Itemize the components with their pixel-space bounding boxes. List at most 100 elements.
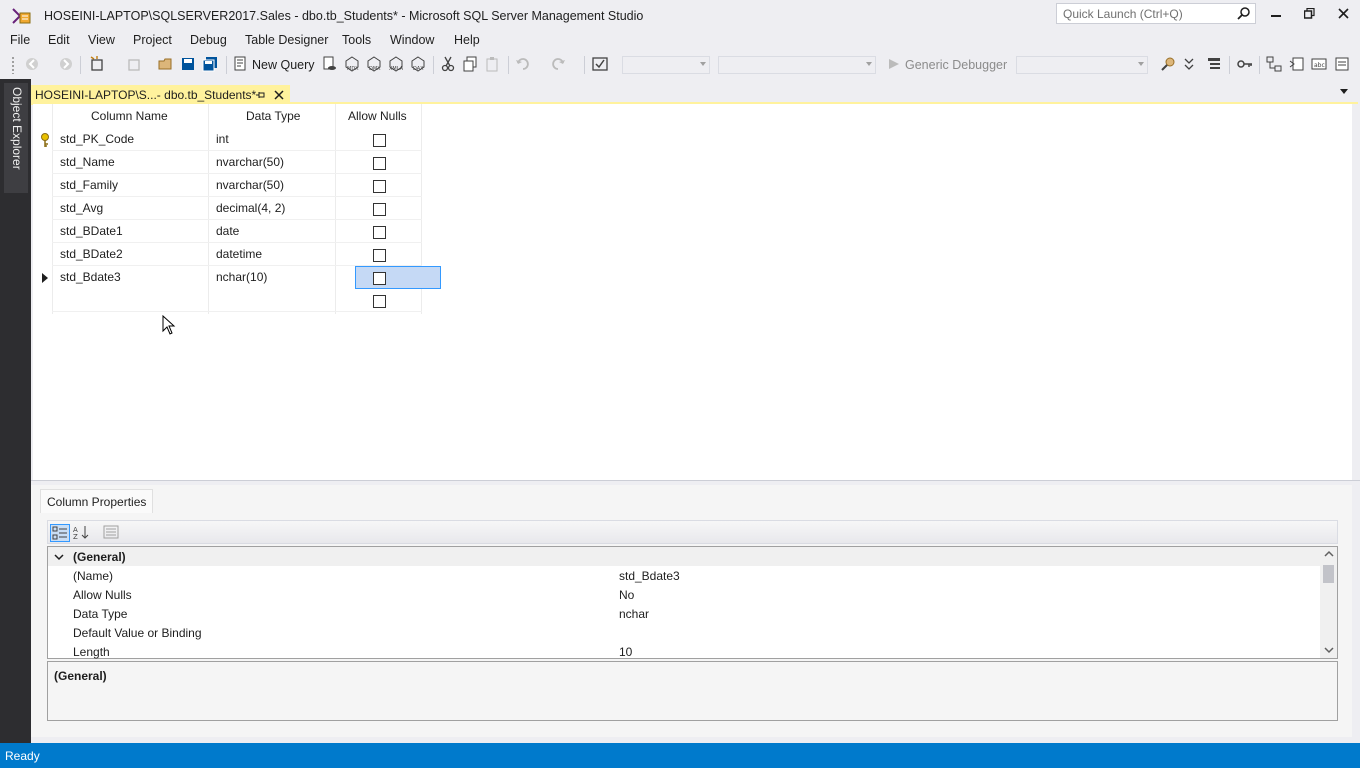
data-type-cell[interactable]: nchar(10) xyxy=(216,270,267,284)
property-grid-scrollbar[interactable] xyxy=(1320,547,1337,658)
table-row[interactable]: std_PK_Code int xyxy=(53,128,421,151)
menu-tools[interactable]: Tools xyxy=(342,33,371,47)
allow-nulls-checkbox[interactable] xyxy=(373,249,386,262)
property-value[interactable]: No xyxy=(619,588,634,602)
close-window-button[interactable] xyxy=(1329,4,1357,24)
data-type-cell[interactable]: int xyxy=(216,132,229,146)
property-pages-button[interactable] xyxy=(102,524,122,542)
xmla-query-icon[interactable]: XMLA xyxy=(388,56,404,72)
solution-platform-dropdown[interactable] xyxy=(718,56,876,74)
table-row-current[interactable]: std_Bdate3 nchar(10) xyxy=(53,266,441,289)
table-row[interactable]: std_Avg decimal(4, 2) xyxy=(53,197,421,220)
menu-debug[interactable]: Debug xyxy=(190,33,227,47)
data-type-cell[interactable]: date xyxy=(216,224,239,238)
alphabetical-button[interactable]: AZ xyxy=(72,524,92,542)
menu-file[interactable]: File xyxy=(10,33,30,47)
collapse-icon[interactable] xyxy=(54,552,64,562)
close-icon[interactable] xyxy=(273,89,285,101)
menu-window[interactable]: Window xyxy=(390,33,434,47)
data-type-cell[interactable]: nvarchar(50) xyxy=(216,178,284,192)
tab-column-properties[interactable]: Column Properties xyxy=(40,489,153,513)
add-item-icon[interactable] xyxy=(126,56,142,72)
column-name-cell[interactable]: std_BDate1 xyxy=(60,224,123,238)
pin-icon[interactable] xyxy=(255,89,267,101)
forward-icon[interactable] xyxy=(58,56,74,72)
scroll-up-icon[interactable] xyxy=(1324,550,1334,558)
copy-icon[interactable] xyxy=(462,56,478,72)
new-query-button[interactable]: New Query xyxy=(252,58,315,72)
allow-nulls-checkbox[interactable] xyxy=(373,157,386,170)
allow-nulls-checkbox[interactable] xyxy=(373,203,386,216)
property-row[interactable]: Allow Nulls No xyxy=(48,585,1321,604)
toolbar-grip[interactable] xyxy=(11,56,15,74)
new-project-icon[interactable] xyxy=(89,56,105,72)
selected-allow-nulls-cell[interactable] xyxy=(355,266,441,289)
solution-explorer-icon[interactable] xyxy=(1206,56,1222,72)
primary-key-icon[interactable] xyxy=(1237,56,1253,72)
solution-configuration-dropdown[interactable] xyxy=(622,56,710,74)
data-type-cell[interactable]: datetime xyxy=(216,247,262,261)
generic-debugger-button[interactable]: Generic Debugger xyxy=(905,58,1007,72)
property-value[interactable]: nchar xyxy=(619,607,649,621)
paste-icon[interactable] xyxy=(484,56,500,72)
dax-query-icon[interactable]: DAX xyxy=(410,56,426,72)
table-row[interactable]: std_BDate2 datetime xyxy=(53,243,421,266)
data-type-cell[interactable]: decimal(4, 2) xyxy=(216,201,285,215)
relationships-icon[interactable] xyxy=(1266,56,1282,72)
open-file-icon[interactable] xyxy=(158,56,174,72)
menu-edit[interactable]: Edit xyxy=(48,33,70,47)
debug-icon[interactable] xyxy=(592,56,608,72)
xml-indexes-icon[interactable] xyxy=(1334,56,1350,72)
property-row[interactable]: Default Value or Binding xyxy=(48,623,1321,642)
table-row[interactable]: std_BDate1 date xyxy=(53,220,421,243)
dmx-query-icon[interactable]: DMX xyxy=(366,56,382,72)
allow-nulls-checkbox[interactable] xyxy=(373,272,386,285)
indexes-icon[interactable] xyxy=(1289,56,1305,72)
property-category-general[interactable]: (General) xyxy=(48,547,1321,566)
quick-launch-input[interactable]: Quick Launch (Ctrl+Q) xyxy=(1056,3,1256,24)
toolbar-options-icon[interactable] xyxy=(1181,56,1197,72)
mdx-query-icon[interactable]: MDX xyxy=(344,56,360,72)
property-value[interactable]: 10 xyxy=(619,645,632,659)
scroll-thumb[interactable] xyxy=(1323,565,1334,583)
column-name-cell[interactable]: std_Avg xyxy=(60,201,103,215)
save-icon[interactable] xyxy=(180,56,196,72)
menu-project[interactable]: Project xyxy=(133,33,172,47)
column-name-cell[interactable]: std_Name xyxy=(60,155,115,169)
allow-nulls-checkbox[interactable] xyxy=(373,134,386,147)
back-icon[interactable] xyxy=(24,56,40,72)
property-row[interactable]: (Name) std_Bdate3 xyxy=(48,566,1321,585)
menu-help[interactable]: Help xyxy=(454,33,480,47)
database-engine-query-icon[interactable] xyxy=(321,56,337,72)
property-value[interactable]: std_Bdate3 xyxy=(619,569,680,583)
data-type-cell[interactable]: nvarchar(50) xyxy=(216,155,284,169)
toolbar-separator xyxy=(508,56,509,74)
property-row[interactable]: Length 10 xyxy=(48,642,1321,661)
property-row[interactable]: Data Type nchar xyxy=(48,604,1321,623)
categorized-button[interactable] xyxy=(50,524,70,542)
menu-view[interactable]: View xyxy=(88,33,115,47)
table-row[interactable]: std_Name nvarchar(50) xyxy=(53,151,421,174)
scroll-down-icon[interactable] xyxy=(1324,646,1334,654)
table-row[interactable]: std_Family nvarchar(50) xyxy=(53,174,421,197)
undo-icon[interactable] xyxy=(515,56,531,72)
check-constraints-icon[interactable]: abc xyxy=(1311,56,1327,72)
allow-nulls-checkbox[interactable] xyxy=(373,295,386,308)
cut-icon[interactable] xyxy=(440,56,456,72)
table-row-new[interactable] xyxy=(53,289,421,312)
column-name-cell[interactable]: std_Bdate3 xyxy=(60,270,121,284)
allow-nulls-checkbox[interactable] xyxy=(373,226,386,239)
column-name-cell[interactable]: std_BDate2 xyxy=(60,247,123,261)
debug-target-dropdown[interactable] xyxy=(1016,56,1148,74)
find-icon[interactable] xyxy=(1160,56,1176,72)
allow-nulls-checkbox[interactable] xyxy=(373,180,386,193)
new-query-icon[interactable] xyxy=(232,56,248,72)
minimize-button[interactable] xyxy=(1262,4,1290,24)
tab-list-dropdown-icon[interactable] xyxy=(1340,89,1348,94)
menu-table-designer[interactable]: Table Designer xyxy=(245,33,328,47)
restore-button[interactable] xyxy=(1295,4,1323,24)
redo-icon[interactable] xyxy=(550,56,566,72)
save-all-icon[interactable] xyxy=(202,56,218,72)
column-name-cell[interactable]: std_PK_Code xyxy=(60,132,134,146)
column-name-cell[interactable]: std_Family xyxy=(60,178,118,192)
